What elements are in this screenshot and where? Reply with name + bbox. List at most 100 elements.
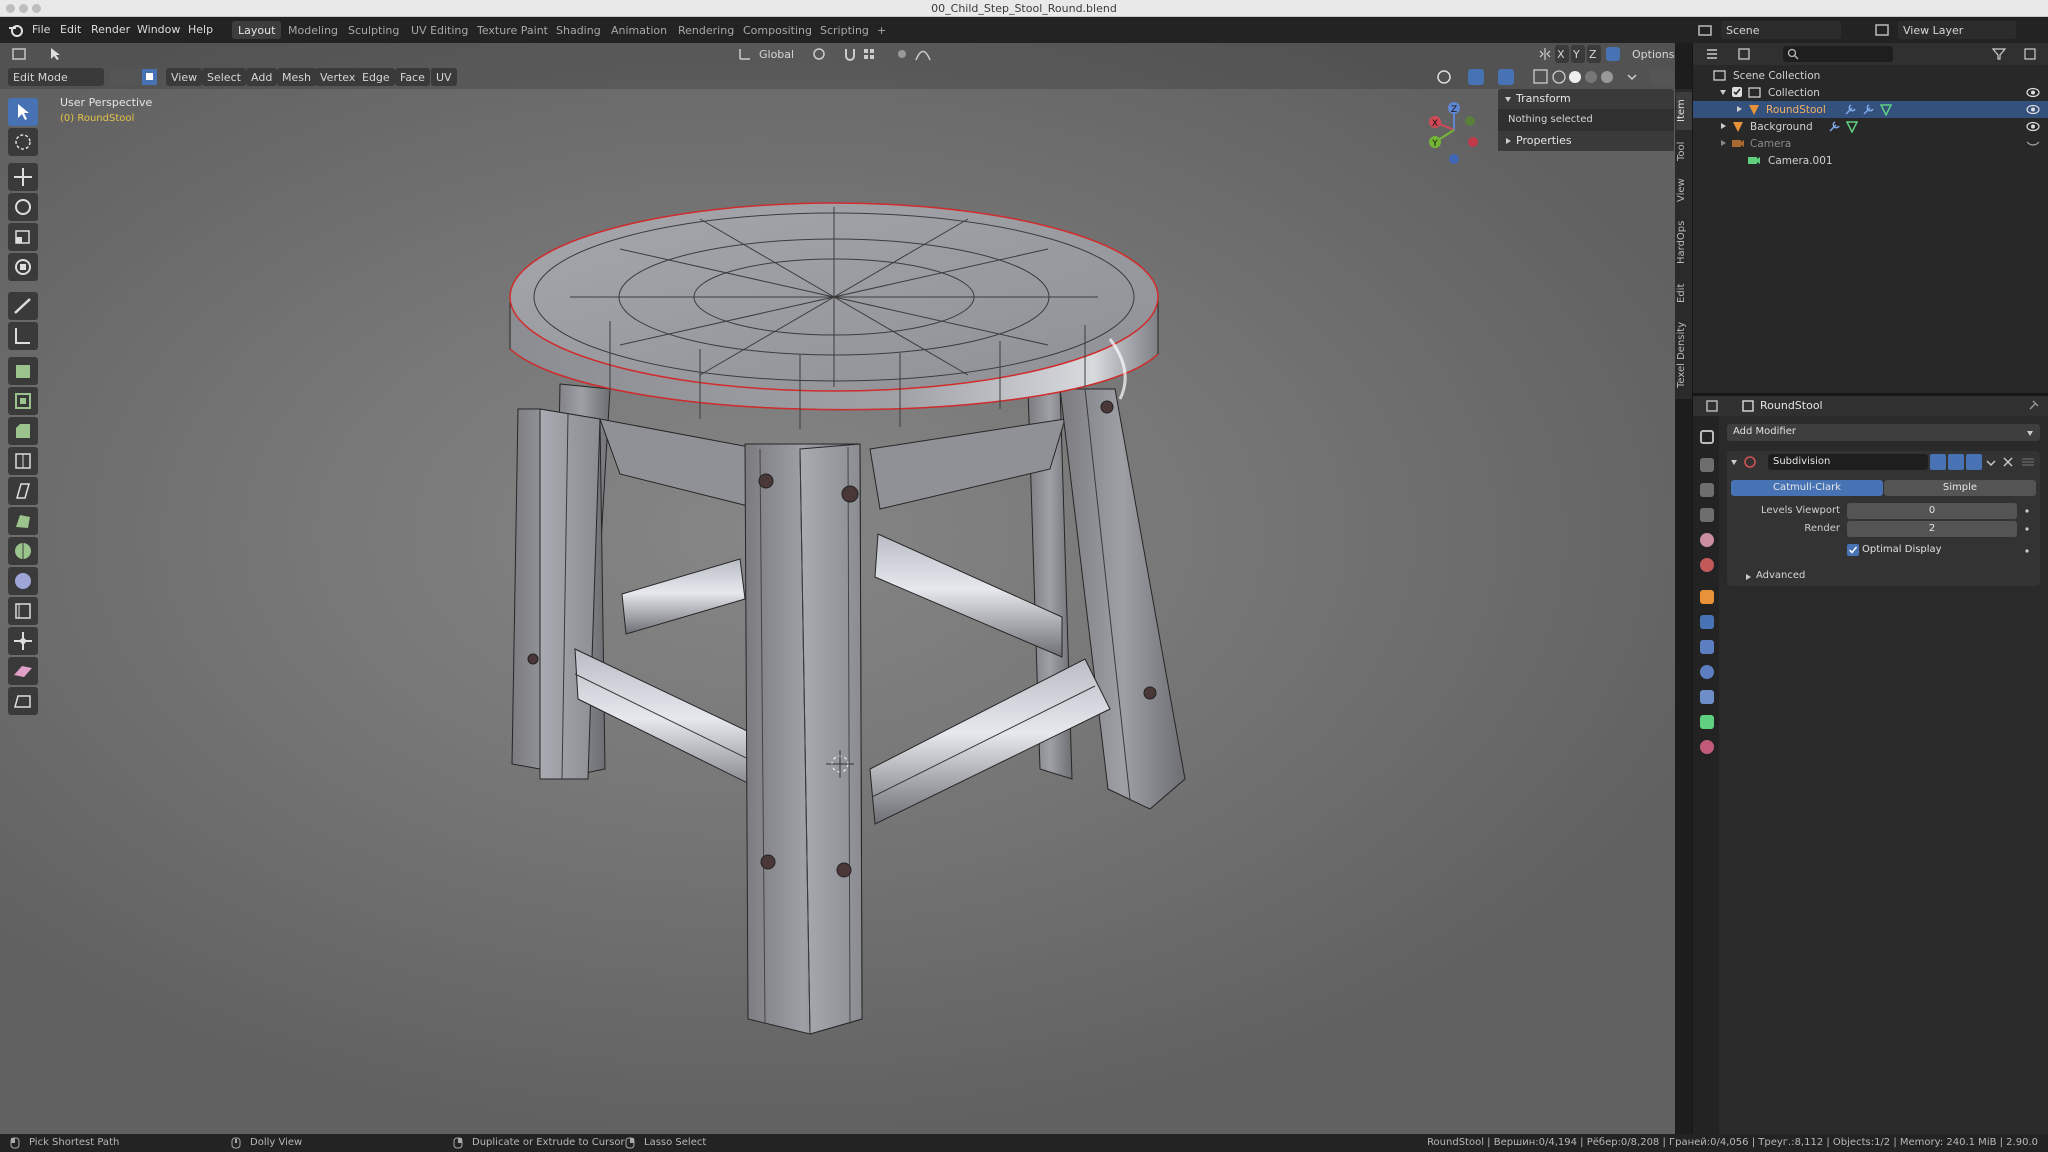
mesh-data-tab-icon[interactable] bbox=[1700, 715, 1714, 729]
outliner-row-scene-collection[interactable]: Scene Collection bbox=[1693, 67, 2048, 84]
tool-tab-icon[interactable] bbox=[1700, 430, 1714, 444]
menu-render[interactable]: Render bbox=[91, 23, 130, 36]
menu-vertex[interactable]: Vertex bbox=[315, 68, 361, 86]
tab-view[interactable]: View bbox=[1676, 172, 1692, 208]
tab-sculpting[interactable]: Sculpting bbox=[342, 21, 405, 39]
menu-mesh[interactable]: Mesh bbox=[277, 68, 316, 86]
tab-rendering[interactable]: Rendering bbox=[672, 21, 740, 39]
advanced-subpanel-header[interactable]: Advanced bbox=[1742, 569, 1942, 584]
eye-icon[interactable] bbox=[2026, 104, 2040, 115]
menu-select[interactable]: Select bbox=[202, 68, 246, 86]
outliner-editor-icon[interactable] bbox=[1705, 47, 1729, 61]
area-divider[interactable] bbox=[1693, 393, 2048, 396]
auto-merge-icon[interactable] bbox=[1605, 46, 1621, 62]
snap-icon[interactable] bbox=[843, 47, 857, 61]
object-tab-icon[interactable] bbox=[1700, 590, 1714, 604]
eye-icon[interactable] bbox=[2026, 121, 2040, 132]
new-collection-icon[interactable] bbox=[2023, 47, 2039, 61]
pivot-point-icon[interactable] bbox=[812, 47, 828, 61]
scene-selector[interactable]: Scene bbox=[1721, 21, 1841, 39]
levels-viewport-field[interactable]: 0 bbox=[1847, 503, 2017, 519]
mesh-data-icon[interactable] bbox=[1879, 103, 1893, 116]
tab-tool[interactable]: Tool bbox=[1676, 135, 1692, 167]
tab-layout[interactable]: Layout bbox=[232, 21, 282, 39]
catmull-clark-button[interactable]: Catmull-Clark bbox=[1731, 480, 1883, 496]
select-mode-icons[interactable] bbox=[110, 69, 158, 85]
tab-texture-paint[interactable]: Texture Paint bbox=[471, 21, 554, 39]
world-tab-icon[interactable] bbox=[1700, 558, 1714, 572]
expand-down-icon[interactable] bbox=[1719, 88, 1727, 96]
menu-edge[interactable]: Edge bbox=[357, 68, 395, 86]
tab-animation[interactable]: Animation bbox=[605, 21, 673, 39]
keyframe-dot-icon[interactable] bbox=[2025, 527, 2029, 531]
falloff-icon[interactable] bbox=[915, 47, 931, 61]
tab-shading[interactable]: Shading bbox=[550, 21, 607, 39]
modifier-visibility-toggles[interactable] bbox=[1930, 454, 1982, 470]
outliner-row-collection[interactable]: Collection bbox=[1693, 84, 2048, 101]
expand-down-icon[interactable] bbox=[1730, 458, 1738, 466]
options-dropdown[interactable]: Options bbox=[1627, 45, 1687, 63]
area-divider[interactable] bbox=[1692, 43, 1693, 1134]
blender-logo-icon[interactable] bbox=[8, 22, 24, 38]
mirror-z-toggle[interactable]: Z bbox=[1587, 45, 1601, 63]
expand-right-icon[interactable] bbox=[1735, 105, 1743, 113]
filter-icon[interactable] bbox=[1991, 47, 2011, 61]
proportional-editing-icon[interactable] bbox=[895, 47, 909, 61]
tab-edit[interactable]: Edit bbox=[1676, 278, 1692, 308]
outliner-row-background[interactable]: Background bbox=[1693, 118, 2048, 135]
outliner-row-camera-001[interactable]: Camera.001 bbox=[1693, 152, 2048, 169]
add-workspace-button[interactable]: + bbox=[871, 21, 892, 39]
view-layer-selector[interactable]: View Layer bbox=[1898, 21, 2016, 39]
output-tab-icon[interactable] bbox=[1700, 483, 1714, 497]
mirror-y-toggle[interactable]: Y bbox=[1571, 45, 1585, 63]
menu-face[interactable]: Face bbox=[395, 68, 430, 86]
menu-add[interactable]: Add bbox=[246, 68, 278, 86]
menu-help[interactable]: Help bbox=[188, 23, 213, 36]
expand-right-icon[interactable] bbox=[1719, 122, 1727, 130]
select-tool-icon[interactable] bbox=[48, 46, 64, 62]
viewport-shading-icons[interactable] bbox=[1432, 68, 1677, 86]
modifier-tab-icon[interactable] bbox=[1700, 615, 1714, 629]
round-stool-mesh[interactable] bbox=[0, 89, 1675, 1134]
menu-window[interactable]: Window bbox=[137, 23, 180, 36]
add-modifier-dropdown[interactable]: Add Modifier bbox=[1727, 424, 2040, 441]
optimal-display-checkbox[interactable] bbox=[1847, 544, 1859, 556]
eye-closed-icon[interactable] bbox=[2026, 138, 2040, 149]
transform-orientation-dropdown[interactable]: Global bbox=[754, 45, 806, 63]
mode-dropdown[interactable]: Edit Mode bbox=[8, 68, 104, 86]
constraints-tab-icon[interactable] bbox=[1700, 690, 1714, 704]
checkbox-icon[interactable] bbox=[1731, 86, 1743, 98]
particles-tab-icon[interactable] bbox=[1700, 640, 1714, 654]
tab-modeling[interactable]: Modeling bbox=[282, 21, 344, 39]
menu-edit[interactable]: Edit bbox=[60, 23, 81, 36]
mirror-x-toggle[interactable]: X bbox=[1555, 45, 1569, 63]
transform-panel-header[interactable]: Transform bbox=[1498, 89, 1674, 109]
pin-icon[interactable] bbox=[2026, 399, 2040, 413]
modifier-wrench-icon[interactable] bbox=[1843, 103, 1857, 116]
menu-uv[interactable]: UV bbox=[431, 68, 457, 86]
material-tab-icon[interactable] bbox=[1700, 740, 1714, 754]
view-layer-tab-icon[interactable] bbox=[1700, 508, 1714, 522]
modifier-wrench-icon[interactable] bbox=[1861, 103, 1875, 116]
tab-texel-density[interactable]: Texel Density bbox=[1676, 315, 1692, 395]
outliner-row-camera[interactable]: Camera bbox=[1693, 135, 2048, 152]
render-tab-icon[interactable] bbox=[1700, 458, 1714, 472]
mesh-data-icon[interactable] bbox=[1845, 120, 1859, 133]
tab-compositing[interactable]: Compositing bbox=[737, 21, 818, 39]
editor-type-icon[interactable] bbox=[12, 47, 32, 61]
tab-uv-editing[interactable]: UV Editing bbox=[405, 21, 474, 39]
render-levels-field[interactable]: 2 bbox=[1847, 521, 2017, 537]
eye-icon[interactable] bbox=[2026, 87, 2040, 98]
keyframe-dot-icon[interactable] bbox=[2025, 509, 2029, 513]
menu-file[interactable]: File bbox=[32, 23, 50, 36]
properties-editor-icon[interactable] bbox=[1705, 399, 1729, 413]
tab-hardops[interactable]: HardOps bbox=[1676, 215, 1692, 270]
properties-panel-header[interactable]: Properties bbox=[1498, 131, 1674, 151]
tab-item[interactable]: Item bbox=[1676, 92, 1692, 130]
close-icon[interactable] bbox=[2003, 457, 2013, 467]
tab-scripting[interactable]: Scripting bbox=[814, 21, 875, 39]
modifier-wrench-icon[interactable] bbox=[1827, 120, 1841, 133]
scene-tab-icon[interactable] bbox=[1700, 533, 1714, 547]
snap-target-icon[interactable] bbox=[862, 47, 876, 61]
outliner-row-roundstool[interactable]: RoundStool bbox=[1693, 101, 2048, 118]
